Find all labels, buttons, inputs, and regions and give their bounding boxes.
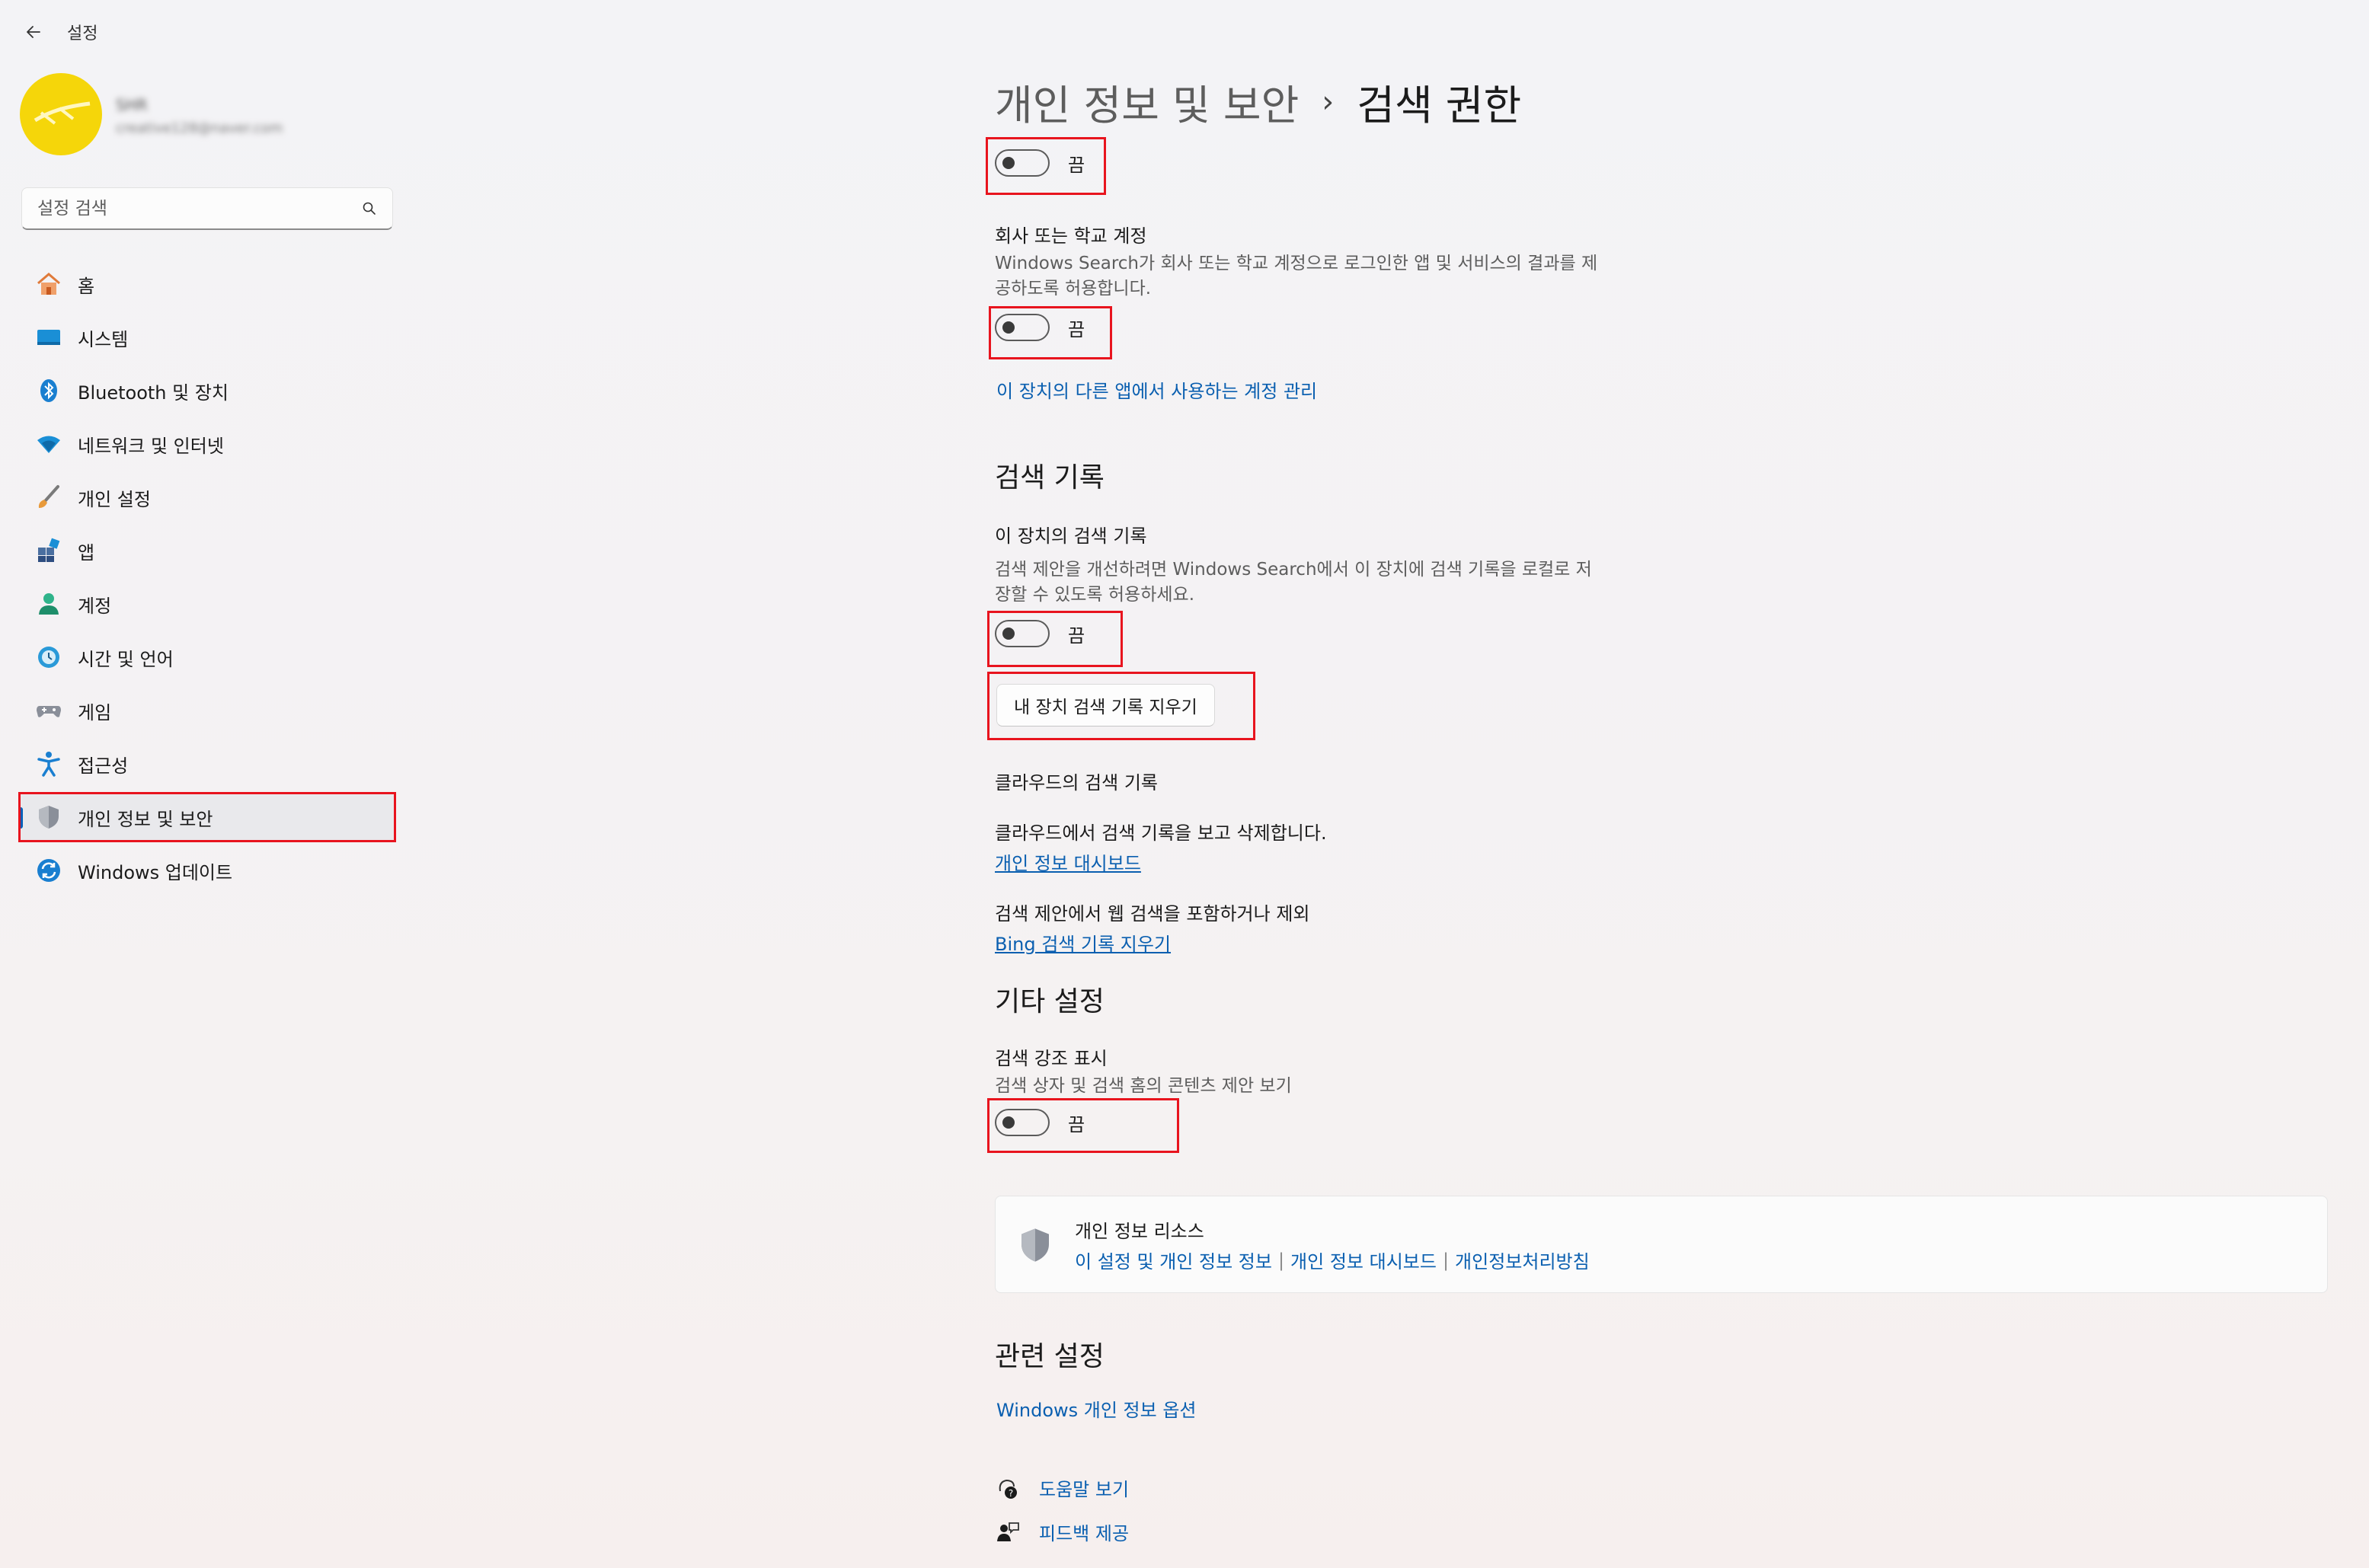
give-feedback-label: 피드백 제공 xyxy=(1039,1523,1130,1544)
search-history-heading: 검색 기록 xyxy=(995,462,1105,493)
related-settings-heading: 관련 설정 xyxy=(995,1341,1105,1372)
breadcrumb-separator: › xyxy=(1322,84,1335,120)
avatar[interactable] xyxy=(20,73,102,155)
sidebar-item-label: 앱 xyxy=(78,541,95,564)
privacy-resources-links: 이 설정 및 개인 정보 정보 | 개인 정보 대시보드 | 개인정보처리방침 xyxy=(1075,1247,1590,1273)
accessibility-icon xyxy=(34,749,64,779)
toggle-state-label: 끔 xyxy=(1068,154,1085,176)
device-history-toggle-row: 끔 xyxy=(995,620,1085,647)
sidebar-item-label: 홈 xyxy=(78,275,95,297)
sidebar: SHR creative128@naver.com 홈 시스템 Bluetoot… xyxy=(0,61,411,1568)
search-icon[interactable] xyxy=(362,201,377,216)
top-toggle[interactable] xyxy=(995,149,1050,177)
web-search-description: 검색 제안에서 웹 검색을 포함하거나 제외 xyxy=(995,903,1310,925)
device-history-title: 이 장치의 검색 기록 xyxy=(995,525,1147,547)
settings-privacy-info-link[interactable]: 이 설정 및 개인 정보 정보 xyxy=(1075,1247,1272,1273)
other-settings-heading: 기타 설정 xyxy=(995,986,1105,1017)
get-help-link[interactable]: ? 도움말 보기 xyxy=(995,1474,1129,1501)
privacy-resources-title: 개인 정보 리소스 xyxy=(1075,1221,1204,1242)
work-school-toggle[interactable] xyxy=(995,314,1050,341)
sidebar-item-label: 개인 정보 및 보안 xyxy=(78,808,213,830)
sidebar-item-system[interactable]: 시스템 xyxy=(18,314,396,361)
search-highlights-toggle[interactable] xyxy=(995,1109,1050,1136)
sidebar-item-home[interactable]: 홈 xyxy=(18,260,396,308)
sidebar-item-label: 시스템 xyxy=(78,328,129,350)
search-highlights-description: 검색 상자 및 검색 홈의 콘텐츠 제안 보기 xyxy=(995,1076,1292,1096)
work-school-title: 회사 또는 학교 계정 xyxy=(995,225,1147,247)
sidebar-item-privacy-security[interactable]: 개인 정보 및 보안 xyxy=(18,794,396,841)
sidebar-item-label: 계정 xyxy=(78,595,112,617)
device-history-description: 검색 제안을 개선하려면 Windows Search에서 이 장치에 검색 기… xyxy=(995,560,1592,605)
clock-globe-icon xyxy=(34,642,64,672)
sidebar-nav: 홈 시스템 Bluetooth 및 장치 네트워크 및 인터넷 개인 설정 앱 … xyxy=(18,260,396,900)
toggle-state-label: 끔 xyxy=(1068,1113,1085,1135)
give-feedback-link[interactable]: 피드백 제공 xyxy=(995,1519,1129,1545)
link-separator: | xyxy=(1277,1249,1285,1271)
sidebar-item-network[interactable]: 네트워크 및 인터넷 xyxy=(18,420,396,468)
search-highlights-toggle-row: 끔 xyxy=(995,1109,1085,1136)
sidebar-item-label: 게임 xyxy=(78,701,112,723)
clear-bing-history-link[interactable]: Bing 검색 기록 지우기 xyxy=(995,929,1171,956)
shield-icon xyxy=(1021,1228,1049,1262)
sidebar-item-accessibility[interactable]: 접근성 xyxy=(18,740,396,787)
back-button[interactable] xyxy=(18,17,49,47)
link-separator: | xyxy=(1442,1249,1450,1271)
sidebar-item-bluetooth[interactable]: Bluetooth 및 장치 xyxy=(18,367,396,414)
windows-privacy-options-link[interactable]: Windows 개인 정보 옵션 xyxy=(996,1395,1197,1422)
svg-text:?: ? xyxy=(1009,1488,1013,1499)
gamepad-icon xyxy=(34,695,64,726)
breadcrumb: 개인 정보 및 보안 › 검색 권한 xyxy=(995,72,1521,132)
user-email: creative128@naver.com xyxy=(116,120,283,136)
sidebar-item-label: Windows 업데이트 xyxy=(78,861,233,883)
app-title: 설정 xyxy=(67,24,98,43)
cloud-history-description: 클라우드에서 검색 기록을 보고 삭제합니다. xyxy=(995,822,1327,844)
sidebar-item-personalization[interactable]: 개인 설정 xyxy=(18,474,396,521)
sidebar-item-label: 개인 설정 xyxy=(78,488,151,510)
account-icon xyxy=(34,589,64,619)
settings-search-input[interactable] xyxy=(37,198,362,219)
device-history-toggle[interactable] xyxy=(995,620,1050,647)
search-highlights-title: 검색 강조 표시 xyxy=(995,1048,1108,1069)
cloud-history-title: 클라우드의 검색 기록 xyxy=(995,772,1158,794)
avatar-image xyxy=(34,101,91,125)
home-icon xyxy=(34,269,64,299)
work-school-description: Windows Search가 회사 또는 학교 계정으로 로그인한 앱 및 서… xyxy=(995,254,1598,299)
system-icon xyxy=(34,322,64,353)
settings-search-box[interactable] xyxy=(21,187,393,230)
breadcrumb-parent[interactable]: 개인 정보 및 보안 xyxy=(995,72,1299,132)
sidebar-item-windows-update[interactable]: Windows 업데이트 xyxy=(18,847,396,894)
privacy-dashboard-card-link[interactable]: 개인 정보 대시보드 xyxy=(1290,1247,1437,1273)
toggle-state-label: 끔 xyxy=(1068,318,1085,340)
sidebar-item-time-language[interactable]: 시간 및 언어 xyxy=(18,634,396,681)
sidebar-item-gaming[interactable]: 게임 xyxy=(18,687,396,734)
manage-accounts-link[interactable]: 이 장치의 다른 앱에서 사용하는 계정 관리 xyxy=(996,376,1317,403)
wifi-icon xyxy=(34,429,64,459)
sidebar-item-label: 네트워크 및 인터넷 xyxy=(78,435,224,457)
brush-icon xyxy=(34,482,64,513)
page-title: 검색 권한 xyxy=(1357,81,1522,129)
sidebar-item-label: 시간 및 언어 xyxy=(78,648,174,670)
help-icon: ? xyxy=(995,1475,1021,1501)
update-icon xyxy=(34,855,64,886)
sidebar-item-label: Bluetooth 및 장치 xyxy=(78,382,229,404)
sidebar-item-apps[interactable]: 앱 xyxy=(18,527,396,574)
toggle-state-label: 끔 xyxy=(1068,624,1085,647)
top-toggle-row: 끔 xyxy=(995,149,1085,177)
back-arrow-icon xyxy=(27,26,40,38)
privacy-dashboard-link[interactable]: 개인 정보 대시보드 xyxy=(995,848,1141,875)
title-bar: 설정 xyxy=(0,0,2369,61)
privacy-resources-card: 개인 정보 리소스 이 설정 및 개인 정보 정보 | 개인 정보 대시보드 |… xyxy=(995,1196,2328,1293)
sidebar-item-label: 접근성 xyxy=(78,755,129,777)
feedback-icon xyxy=(995,1519,1021,1545)
clear-device-history-button[interactable]: 내 장치 검색 기록 지우기 xyxy=(996,684,1215,727)
privacy-statement-link[interactable]: 개인정보처리방침 xyxy=(1455,1247,1590,1273)
user-name: SHR xyxy=(116,96,148,114)
apps-icon xyxy=(34,535,64,566)
shield-icon xyxy=(34,802,64,832)
sidebar-item-accounts[interactable]: 계정 xyxy=(18,580,396,628)
work-school-toggle-row: 끔 xyxy=(995,314,1085,341)
bluetooth-icon xyxy=(34,375,64,406)
get-help-label: 도움말 보기 xyxy=(1039,1479,1130,1500)
